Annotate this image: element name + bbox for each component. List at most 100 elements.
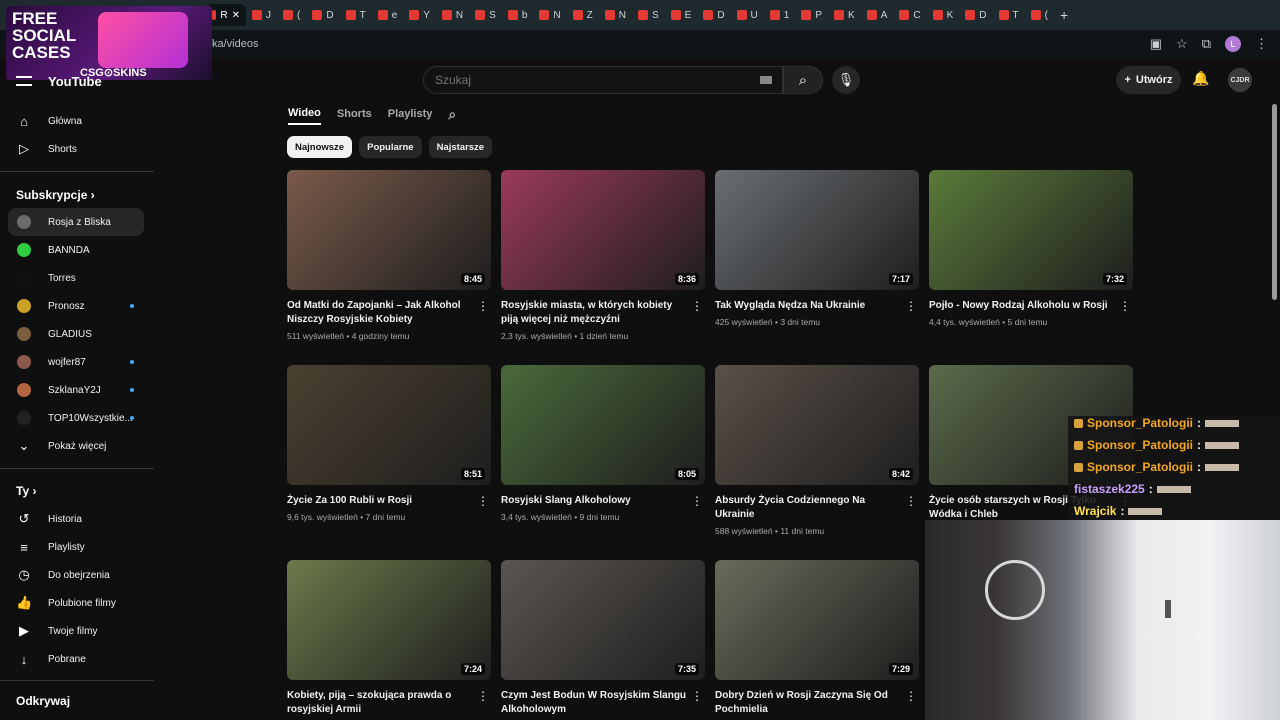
sidebar-item-watch-later[interactable]: ◷ Do obejrzenia [8, 561, 144, 589]
video-card[interactable]: 8:45 Od Matki do Zapojanki – Jak Alkohol … [287, 170, 491, 341]
cast-icon[interactable]: ▣ [1150, 36, 1162, 52]
video-title[interactable]: Kobiety, piją – szokująca prawda o rosyj… [287, 689, 477, 717]
video-title[interactable]: Czym Jest Bodun W Rosyjskim Slangu Alkoh… [501, 689, 691, 717]
video-title[interactable]: Życie Za 100 Rubli w Rosji [287, 494, 477, 508]
youtube-logo[interactable]: YouTube [48, 74, 102, 89]
browser-tab[interactable]: ( [277, 4, 306, 26]
browser-profile-avatar[interactable]: L [1225, 36, 1241, 52]
video-title[interactable]: Rosyjski Slang Alkoholowy [501, 494, 691, 508]
video-title[interactable]: Od Matki do Zapojanki – Jak Alkohol Nisz… [287, 299, 477, 327]
video-thumbnail[interactable]: 8:42 [715, 365, 919, 485]
sidebar-item-subscription[interactable]: Torres [8, 264, 144, 292]
account-avatar[interactable]: CJDR [1228, 68, 1252, 92]
video-card[interactable]: 7:24 Kobiety, piją – szokująca prawda o r… [287, 560, 491, 717]
url-text[interactable]: ka/videos [212, 38, 258, 50]
search-button[interactable]: ⌕ [783, 66, 823, 94]
browser-tab[interactable]: A [861, 4, 894, 26]
video-title[interactable]: Dobry Dzień w Rosji Zaczyna Się Od Pochm… [715, 689, 905, 717]
browser-tab[interactable]: C [893, 4, 926, 26]
browser-tab[interactable]: T [340, 4, 372, 26]
sidebar-item-shorts[interactable]: ▷ Shorts [8, 135, 144, 163]
browser-tab[interactable]: N [436, 4, 469, 26]
video-thumbnail[interactable]: 8:51 [287, 365, 491, 485]
browser-menu-icon[interactable]: ⋮ [1255, 36, 1268, 52]
sidebar-item-liked[interactable]: 👍 Polubione filmy [8, 589, 144, 617]
more-options-icon[interactable]: ⋮ [477, 689, 489, 703]
sidebar-item-subscription[interactable]: SzklanaY2J [8, 376, 144, 404]
video-thumbnail[interactable]: 8:05 [501, 365, 705, 485]
menu-icon[interactable] [16, 76, 32, 86]
video-thumbnail[interactable]: 8:45 [287, 170, 491, 290]
browser-tab[interactable]: Y [403, 4, 436, 26]
extensions-icon[interactable]: ⧉ [1202, 36, 1211, 52]
sidebar-item-subscription[interactable]: BANNDA [8, 236, 144, 264]
browser-tab[interactable]: 1 [764, 4, 796, 26]
browser-tab[interactable]: U [731, 4, 764, 26]
browser-tab[interactable]: R ✕ [206, 4, 246, 26]
more-options-icon[interactable]: ⋮ [691, 299, 703, 313]
browser-tab[interactable]: D [697, 4, 730, 26]
sidebar-item-your-videos[interactable]: ▶ Twoje filmy [8, 617, 144, 645]
browser-tab[interactable]: D [959, 4, 992, 26]
more-options-icon[interactable]: ⋮ [905, 494, 917, 508]
voice-search-button[interactable]: 🎙 [832, 66, 860, 94]
sidebar-item-downloads[interactable]: ↓ Pobrane [8, 645, 144, 673]
more-options-icon[interactable]: ⋮ [477, 494, 489, 508]
browser-tab[interactable]: J [246, 4, 277, 26]
browser-tab[interactable]: Z [567, 4, 599, 26]
video-card[interactable]: 8:05 Rosyjski Slang Alkoholowy 3,4 tys. wy… [501, 365, 705, 522]
sidebar-item-history[interactable]: ↺ Historia [8, 505, 144, 533]
search-box[interactable] [423, 66, 783, 94]
subscriptions-heading[interactable]: Subskrypcje › [16, 188, 95, 202]
more-options-icon[interactable]: ⋮ [905, 689, 917, 703]
browser-tab[interactable]: E [665, 4, 698, 26]
sidebar-item-playlists[interactable]: ≡ Playlisty [8, 533, 144, 561]
video-card[interactable]: 7:29 Dobry Dzień w Rosji Zaczyna Się Od P… [715, 560, 919, 717]
browser-tab[interactable]: N [533, 4, 566, 26]
video-card[interactable]: 8:42 Absurdy Życia Codziennego Na Ukraini… [715, 365, 919, 536]
video-thumbnail[interactable]: 7:17 [715, 170, 919, 290]
more-options-icon[interactable]: ⋮ [691, 689, 703, 703]
tab-wideo[interactable]: Wideo [288, 107, 321, 125]
search-input[interactable] [424, 67, 724, 93]
channel-search-icon[interactable]: ⌕ [448, 106, 456, 127]
browser-tab[interactable]: D [306, 4, 339, 26]
video-thumbnail[interactable]: 7:35 [501, 560, 705, 680]
sidebar-item-subscription[interactable]: Rosja z Bliska [8, 208, 144, 236]
browser-tab[interactable]: T [993, 4, 1025, 26]
video-thumbnail[interactable]: 8:36 [501, 170, 705, 290]
show-more-button[interactable]: ⌄ Pokaż więcej [8, 432, 144, 460]
sidebar-item-subscription[interactable]: GLADIUS [8, 320, 144, 348]
you-heading[interactable]: Ty › [16, 484, 36, 498]
video-thumbnail[interactable]: 7:24 [287, 560, 491, 680]
video-card[interactable]: 7:35 Czym Jest Bodun W Rosyjskim Slangu A… [501, 560, 705, 717]
video-title[interactable]: Rosyjskie miasta, w których kobiety piją… [501, 299, 691, 327]
video-card[interactable]: 7:32 Pojło - Nowy Rodzaj Alkoholu w Rosji… [929, 170, 1133, 327]
video-card[interactable]: 8:36 Rosyjskie miasta, w których kobiety … [501, 170, 705, 341]
browser-tab[interactable]: e [372, 4, 404, 26]
tab-shorts[interactable]: Shorts [337, 108, 372, 124]
browser-tab[interactable]: N [599, 4, 632, 26]
notifications-bell-icon[interactable]: 🔔 [1192, 70, 1209, 87]
sidebar-item-subscription[interactable]: TOP10Wszystkie... [8, 404, 144, 432]
more-options-icon[interactable]: ⋮ [905, 299, 917, 313]
tab-close-icon[interactable]: ✕ [232, 10, 240, 21]
browser-tab[interactable]: K [927, 4, 960, 26]
browser-tab[interactable]: K [828, 4, 861, 26]
video-title[interactable]: Tak Wygląda Nędza Na Ukrainie [715, 299, 905, 313]
keyboard-icon[interactable] [760, 76, 772, 84]
video-card[interactable]: 8:51 Życie Za 100 Rubli w Rosji 9,6 tys. w… [287, 365, 491, 522]
scrollbar-thumb[interactable] [1272, 104, 1277, 300]
bookmark-star-icon[interactable]: ☆ [1176, 36, 1188, 52]
video-card[interactable]: 7:17 Tak Wygląda Nędza Na Ukrainie 425 wyś… [715, 170, 919, 327]
video-title[interactable]: Pojło - Nowy Rodzaj Alkoholu w Rosji [929, 299, 1119, 313]
more-options-icon[interactable]: ⋮ [1119, 299, 1131, 313]
video-thumbnail[interactable]: 7:32 [929, 170, 1133, 290]
more-options-icon[interactable]: ⋮ [477, 299, 489, 313]
video-thumbnail[interactable]: 7:29 [715, 560, 919, 680]
sidebar-item-subscription[interactable]: Pronosz [8, 292, 144, 320]
new-tab-icon[interactable]: + [1054, 4, 1074, 26]
chip-najnowsze[interactable]: Najnowsze [287, 136, 353, 158]
browser-tab[interactable]: S [632, 4, 665, 26]
chip-popularne[interactable]: Popularne [359, 136, 422, 158]
